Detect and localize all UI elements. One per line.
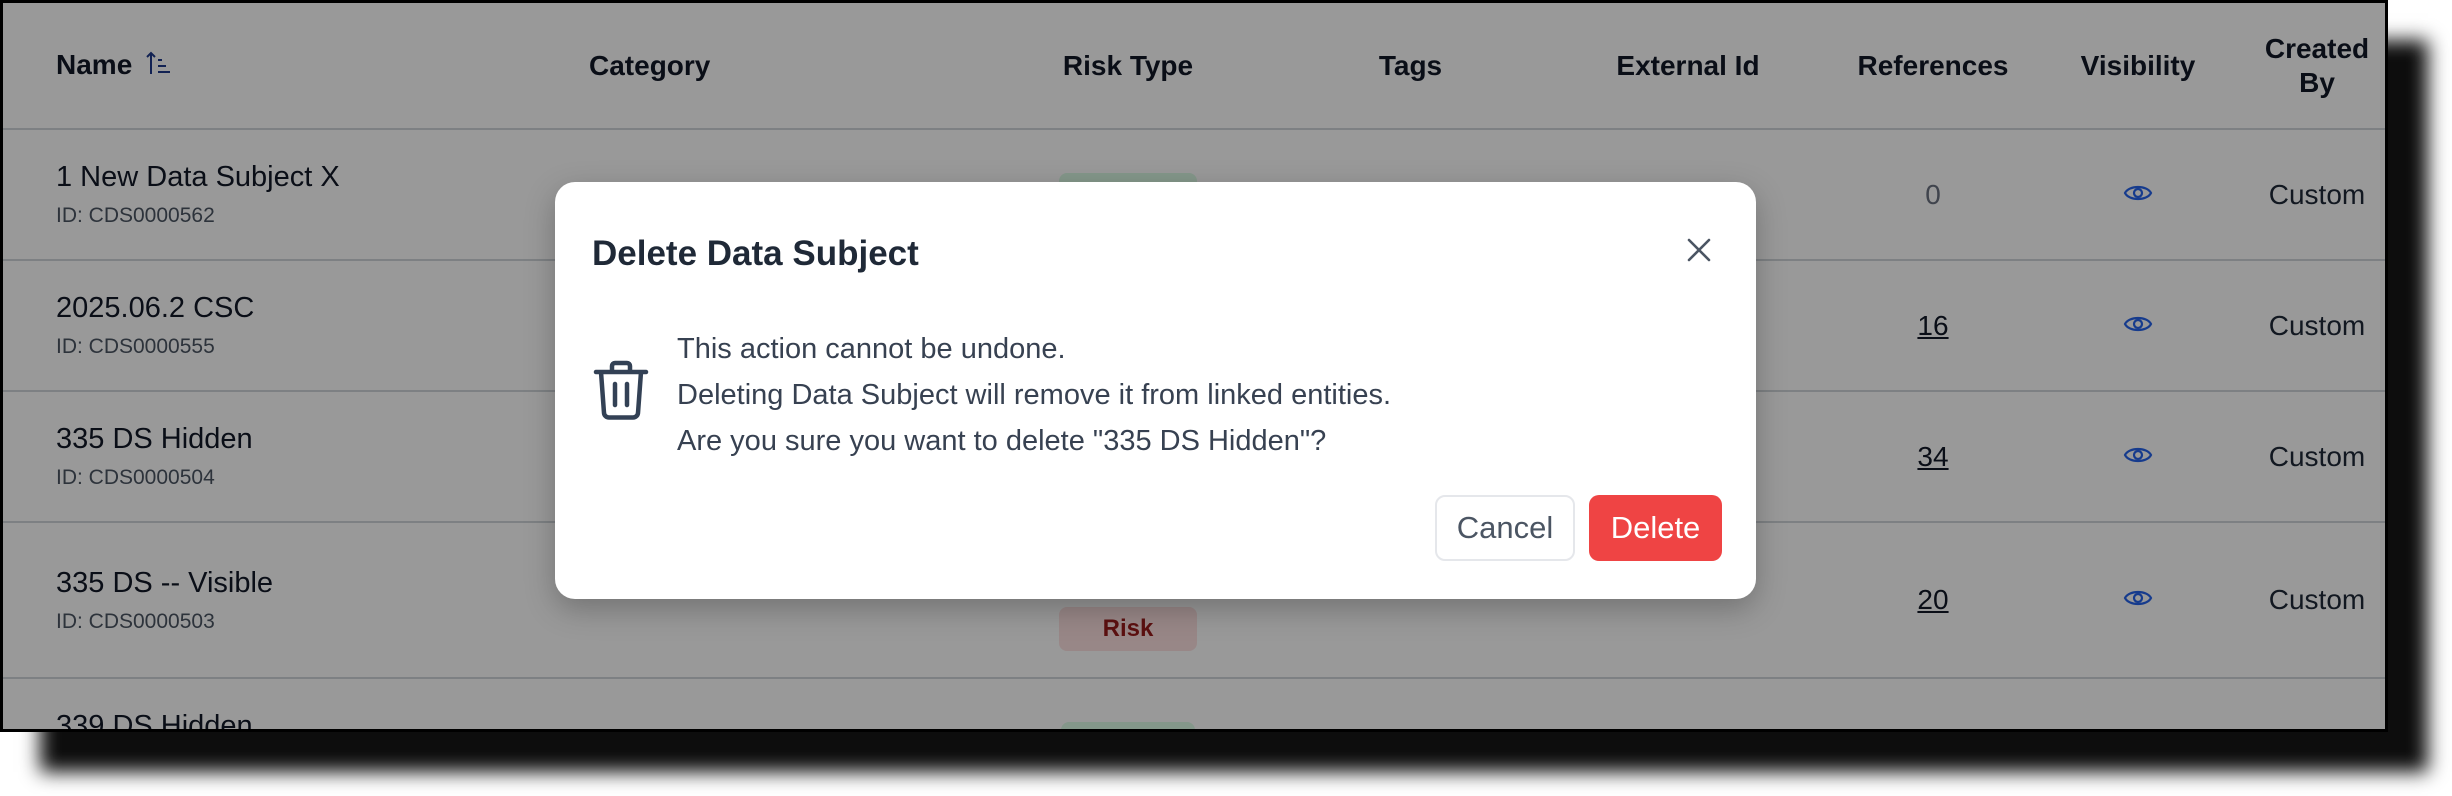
close-icon[interactable]	[1683, 234, 1715, 266]
message-line-confirm: Are you sure you want to delete "335 DS …	[677, 425, 1327, 457]
cancel-button[interactable]: Cancel	[1435, 495, 1575, 561]
message-line-linked: Deleting Data Subject will remove it fro…	[677, 379, 1392, 411]
dialog-title: Delete Data Subject	[592, 234, 919, 273]
delete-button[interactable]: Delete	[1589, 495, 1722, 561]
app-window: Name Category Risk Type Tags External Id…	[0, 0, 2388, 732]
message-line-undo: This action cannot be undone.	[677, 333, 1066, 365]
dialog-message: This action cannot be undone. Deleting D…	[677, 326, 1391, 464]
trash-icon	[592, 360, 650, 425]
delete-confirm-dialog: Delete Data Subject This action cannot b…	[555, 182, 1756, 599]
